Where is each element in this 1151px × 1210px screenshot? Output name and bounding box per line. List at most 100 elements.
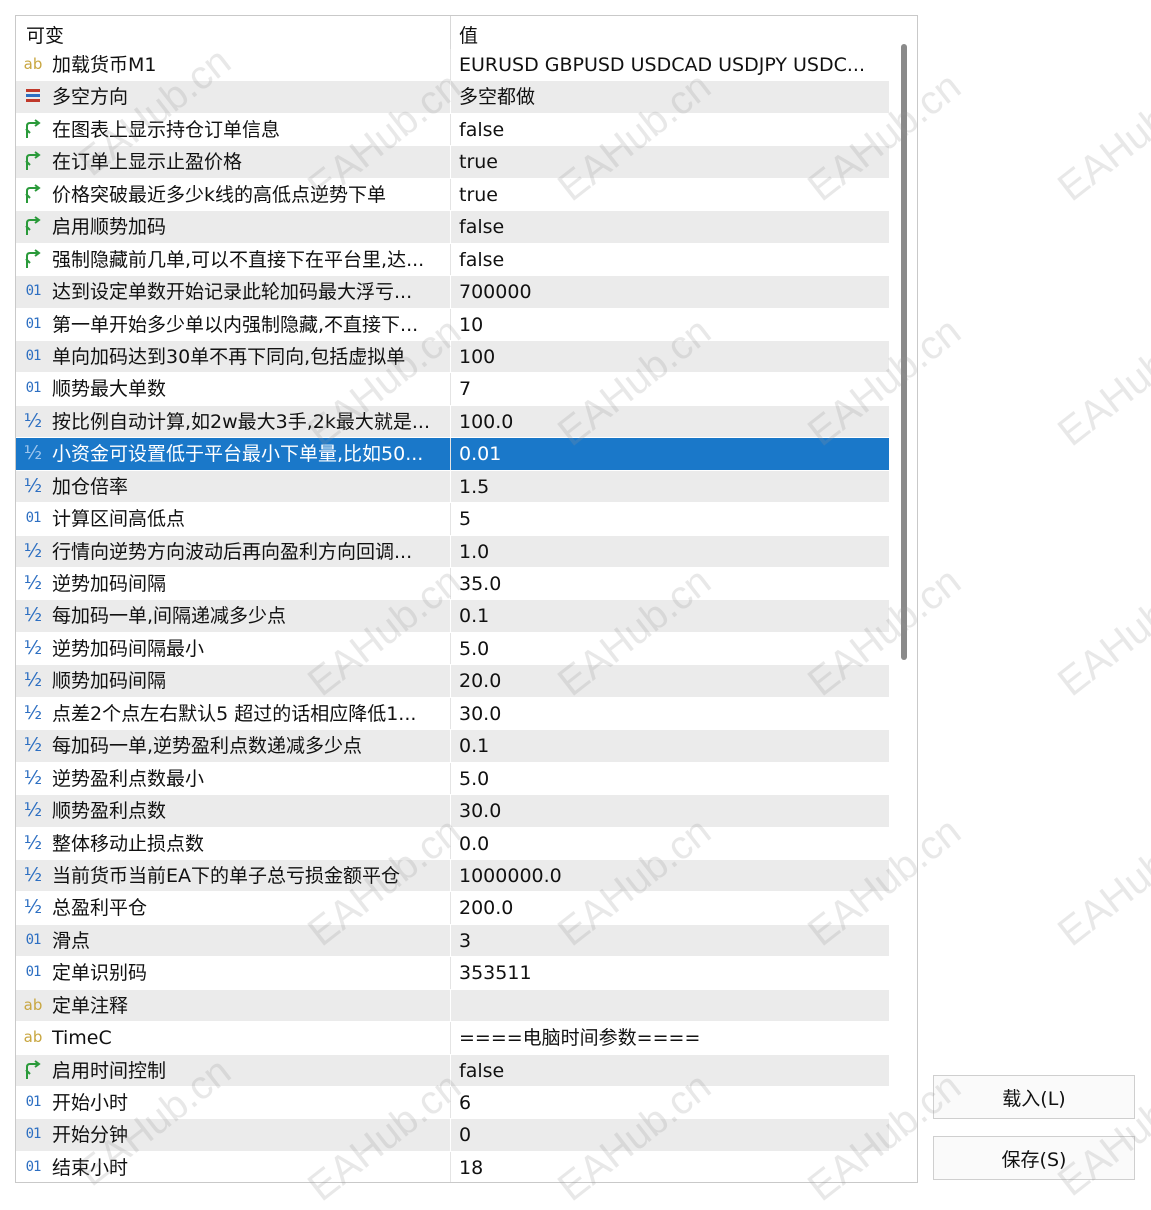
parameter-row[interactable]: ½ 小资金可设置低于平台最小下单量,比如50... 0.01	[16, 438, 889, 471]
parameter-row[interactable]: ½ 每加码一单,逆势盈利点数递减多少点 0.1	[16, 730, 889, 763]
parameter-value[interactable]: 多空都做	[459, 85, 884, 109]
parameter-value[interactable]: 0.0	[459, 832, 884, 856]
parameter-row[interactable]: 01 计算区间高低点 5	[16, 503, 889, 536]
parameter-row[interactable]: ½ 总盈利平仓 200.0	[16, 892, 889, 925]
parameter-value[interactable]: true	[459, 150, 884, 174]
cell-divider	[450, 438, 451, 470]
parameter-row[interactable]: ½ 顺势盈利点数 30.0	[16, 795, 889, 828]
parameter-value[interactable]: 3	[459, 929, 884, 953]
parameter-value[interactable]: 5	[459, 507, 884, 531]
parameter-row[interactable]: 价格突破最近多少k线的高低点逆势下单 true	[16, 178, 889, 212]
parameter-row[interactable]: ½ 点差2个点左右默认5 超过的话相应降低1... 30.0	[16, 697, 889, 731]
boolean-type-icon	[22, 215, 44, 237]
parameter-value[interactable]: 0.01	[459, 442, 884, 466]
column-header-variable[interactable]: 可变	[26, 21, 64, 48]
parameter-row[interactable]: 多空方向 多空都做	[16, 81, 889, 114]
parameter-value[interactable]: 100.0	[459, 410, 884, 434]
parameter-row[interactable]: ½ 加仓倍率 1.5	[16, 470, 889, 504]
parameter-row[interactable]: 01 单向加码达到30单不再下同向,包括虚拟单 100	[16, 340, 889, 374]
parameter-row[interactable]: 01 第一单开始多少单以内强制隐藏,不直接下... 10	[16, 308, 889, 341]
load-button[interactable]: 载入(L)	[933, 1075, 1135, 1119]
integer-type-icon: 01	[25, 510, 42, 527]
parameter-value[interactable]: EURUSD GBPUSD USDCAD USDJPY USDC...	[459, 53, 884, 77]
double-type-icon: ½	[23, 636, 43, 659]
cell-divider	[450, 665, 451, 697]
parameter-value[interactable]: ====电脑时间参数====	[459, 1026, 884, 1050]
parameter-row[interactable]: ½ 逆势加码间隔 35.0	[16, 568, 889, 601]
parameter-value[interactable]: 18	[459, 1156, 884, 1180]
parameter-row[interactable]: ab TimeC ====电脑时间参数====	[16, 1022, 889, 1055]
parameter-name: 计算区间高低点	[52, 508, 186, 531]
column-header-value[interactable]: 值	[459, 21, 478, 48]
parameter-row[interactable]: 01 定单识别码 353511	[16, 957, 889, 990]
parameter-name: 小资金可设置低于平台最小下单量,比如50...	[52, 443, 424, 466]
parameter-row[interactable]: ½ 逆势加码间隔最小 5.0	[16, 632, 889, 666]
parameter-value[interactable]: 100	[459, 345, 884, 369]
parameter-name: 逆势盈利点数最小	[52, 767, 205, 790]
parameter-value[interactable]: false	[459, 215, 884, 239]
parameter-value[interactable]: 5.0	[459, 767, 884, 791]
parameter-value[interactable]: 10	[459, 313, 884, 337]
boolean-type-icon	[22, 248, 44, 270]
parameter-value[interactable]: 30.0	[459, 702, 884, 726]
parameter-row[interactable]: 01 达到设定单数开始记录此轮加码最大浮亏... 700000	[16, 276, 889, 309]
parameter-value[interactable]: 0.1	[459, 604, 884, 628]
parameter-value[interactable]: 1000000.0	[459, 864, 884, 888]
parameter-value[interactable]: 0.1	[459, 734, 884, 758]
parameter-row[interactable]: 强制隐藏前几单,可以不直接下在平台里,达... false	[16, 243, 889, 277]
cell-divider	[450, 957, 451, 989]
parameters-table: 可变 值 ab 加载货币M1 EURUSD GBPUSD USDCAD USDJPY…	[15, 15, 918, 1183]
boolean-type-icon	[22, 118, 44, 140]
parameter-row[interactable]: ab 加载货币M1 EURUSD GBPUSD USDCAD USDJPY USDC…	[16, 49, 889, 82]
parameter-row[interactable]: ½ 行情向逆势方向波动后再向盈利方向回调... 1.0	[16, 535, 889, 568]
vertical-scrollbar-thumb[interactable]	[901, 44, 907, 660]
parameter-row[interactable]: ½ 每加码一单,间隔递减多少点 0.1	[16, 600, 889, 633]
parameter-value[interactable]: false	[459, 248, 884, 272]
parameter-row[interactable]: 在订单上显示止盈价格 true	[16, 146, 889, 179]
parameter-value[interactable]: 1.5	[459, 475, 884, 499]
watermark-text: EAHub.cn	[1050, 64, 1151, 210]
parameter-row[interactable]: ½ 逆势盈利点数最小 5.0	[16, 762, 889, 796]
watermark-text: EAHub.cn	[1050, 559, 1151, 705]
parameter-row[interactable]: ab 定单注释	[16, 989, 889, 1023]
parameter-value[interactable]: 30.0	[459, 799, 884, 823]
parameter-name: 顺势加码间隔	[52, 670, 167, 693]
parameter-row[interactable]: 01 开始小时 6	[16, 1087, 889, 1120]
parameter-row[interactable]: 01 开始分钟 0	[16, 1119, 889, 1152]
parameter-name: 强制隐藏前几单,可以不直接下在平台里,达...	[52, 248, 425, 271]
parameter-value[interactable]: 35.0	[459, 572, 884, 596]
double-type-icon: ½	[23, 831, 43, 854]
column-divider[interactable]	[450, 16, 451, 49]
parameter-value[interactable]: 5.0	[459, 637, 884, 661]
parameter-value[interactable]: 1.0	[459, 540, 884, 564]
parameter-row[interactable]: 在图表上显示持仓订单信息 false	[16, 113, 889, 147]
parameter-row[interactable]: ½ 顺势加码间隔 20.0	[16, 665, 889, 698]
parameter-value[interactable]: 353511	[459, 961, 884, 985]
cell-divider	[450, 1151, 451, 1182]
parameter-value[interactable]: true	[459, 183, 884, 207]
parameter-row[interactable]: ½ 当前货币当前EA下的单子总亏损金额平仓 1000000.0	[16, 859, 889, 893]
parameter-value[interactable]: 200.0	[459, 896, 884, 920]
cell-divider	[450, 1087, 451, 1119]
parameter-value[interactable]: 700000	[459, 280, 884, 304]
parameter-value[interactable]: 0	[459, 1123, 884, 1147]
parameter-value[interactable]: false	[459, 1059, 884, 1083]
parameter-row[interactable]: 01 顺势最大单数 7	[16, 373, 889, 406]
parameter-value[interactable]: false	[459, 118, 884, 142]
parameter-name: 顺势最大单数	[52, 378, 167, 401]
enum-type-icon	[22, 85, 44, 107]
parameter-name: 价格突破最近多少k线的高低点逆势下单	[52, 183, 387, 206]
parameter-value[interactable]: 6	[459, 1091, 884, 1115]
parameter-value[interactable]: 7	[459, 377, 884, 401]
parameter-row[interactable]: 启用时间控制 false	[16, 1054, 889, 1087]
parameter-row[interactable]: ½ 按比例自动计算,如2w最大3手,2k最大就是... 100.0	[16, 405, 889, 439]
parameter-name: 滑点	[52, 929, 91, 952]
double-type-icon: ½	[23, 442, 43, 465]
parameter-row[interactable]: 01 结束小时 18	[16, 1151, 889, 1182]
parameter-row[interactable]: 启用顺势加码 false	[16, 211, 889, 244]
save-button[interactable]: 保存(S)	[933, 1136, 1135, 1180]
parameter-name: 按比例自动计算,如2w最大3手,2k最大就是...	[52, 410, 431, 433]
parameter-row[interactable]: ½ 整体移动止损点数 0.0	[16, 827, 889, 860]
parameter-row[interactable]: 01 滑点 3	[16, 924, 889, 958]
parameter-value[interactable]: 20.0	[459, 669, 884, 693]
